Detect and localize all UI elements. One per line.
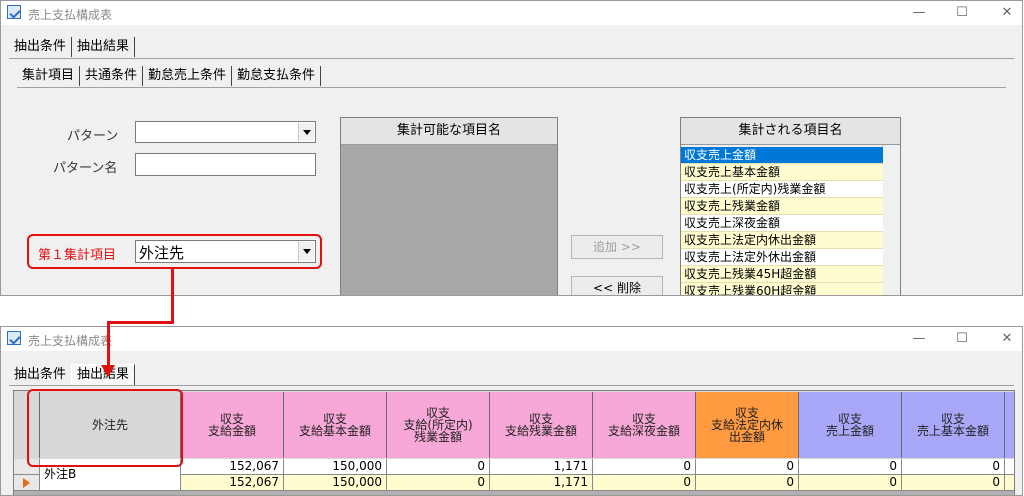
chevron-down-icon[interactable] [298,123,314,141]
close-icon[interactable]: ✕ [993,329,1021,349]
highlight-box-vendor-column [27,389,183,467]
selected-items: 収支売上金額 収支売上基本金額 収支売上(所定内)残業金額 収支売上残業金額 収… [681,147,883,295]
list-item[interactable]: 収支売上基本金額 [681,164,883,181]
arrow-head-icon [101,365,115,377]
settings-window: 売上支払構成表 — ☐ ✕ 抽出条件 抽出結果 集計項目 共通条件 勤怠売上条件 勤怠支… [0,0,1023,296]
first-item-select[interactable]: 外注先 [135,240,316,263]
connector-line [107,321,110,367]
maximize-icon[interactable]: ☐ [948,3,976,23]
list-item[interactable]: 収支売上残業金額 [681,198,883,215]
results-window: 売上支払構成表 — ☐ ✕ 抽出条件 抽出結果 外注先 収支 支給金額 収支 支給基本… [0,326,1023,496]
pattern-name-label: パターン名 [53,161,118,176]
app-icon [7,5,21,19]
pattern-label: パターン [67,129,119,144]
list-item[interactable]: 収支売上法定外休出金額 [681,249,883,266]
row-selector[interactable] [14,475,40,491]
amount-cell[interactable]: 0 [902,459,1005,475]
pattern-select[interactable] [135,121,316,143]
close-icon[interactable]: ✕ [993,3,1021,23]
list-item[interactable]: 収支売上深夜金額 [681,215,883,232]
amount-cell[interactable]: 0 [593,459,696,475]
column-header[interactable]: 収支 支給残業金額 [490,392,593,458]
amount-cell[interactable]: 150,000 [284,459,387,475]
list-item[interactable]: 収支売上(所定内)残業金額 [681,181,883,198]
connector-line [107,321,174,324]
tab-extract-conditions[interactable]: 抽出条件 [9,365,71,385]
column-header[interactable]: 収支 支給(所定内) 残業金額 [387,392,490,458]
pattern-name-field[interactable] [135,153,316,176]
tab-divider [9,58,1014,59]
connector-line [171,267,174,324]
window-title: 売上支払構成表 [28,334,113,348]
column-header[interactable]: 収支 売上基本金額 [902,392,1005,458]
main-tabs: 抽出条件 抽出結果 [9,364,1022,385]
column-header[interactable]: 売 [1005,392,1014,458]
amount-cell[interactable]: 0 [593,475,696,491]
subtab-divider [17,87,1006,88]
list-item[interactable]: 収支売上残業45H超金額 [681,266,883,283]
window-title: 売上支払構成表 [28,8,113,22]
amount-cell[interactable]: 0 [696,459,799,475]
list-item[interactable]: 収支売上法定内休出金額 [681,232,883,249]
tab-extract-results[interactable]: 抽出結果 [72,37,136,57]
add-button[interactable]: 追加 >> [571,235,663,259]
amount-cell[interactable]: 0 [902,475,1005,491]
amount-cell[interactable]: 0 [799,475,902,491]
available-list-header: 集計可能な項目名 [341,118,557,145]
tab-aggregate-items[interactable]: 集計項目 [17,66,81,86]
sub-tabs: 集計項目 共通条件 勤怠売上条件 勤怠支払条件 [17,66,1022,86]
column-header[interactable]: 収支 支給深夜金額 [593,392,696,458]
amount-cell[interactable]: 0 [799,459,902,475]
remove-button[interactable]: << 削除 [571,276,663,295]
amount-cell[interactable]: 0 [696,475,799,491]
amount-cell[interactable] [1005,475,1014,491]
amount-cell[interactable]: 1,171 [490,475,593,491]
first-item-value: 外注先 [139,244,185,262]
tab-divider [9,385,1014,386]
amount-cell[interactable]: 0 [387,475,490,491]
amount-cell[interactable]: 1,171 [490,459,593,475]
amount-cell[interactable]: 152,067 [181,459,284,475]
chevron-down-icon[interactable] [298,242,314,261]
column-header[interactable]: 収支 支給基本金額 [284,392,387,458]
selected-list-header: 集計される項目名 [681,118,900,145]
tab-attendance-payment-conditions[interactable]: 勤怠支払条件 [232,66,322,86]
list-item[interactable]: 収支売上金額 [681,147,883,164]
current-row-icon [23,478,30,488]
column-header[interactable]: 収支 支給金額 [181,392,284,458]
title-bar: 売上支払構成表 — ☐ ✕ [1,327,1022,351]
minimize-icon[interactable]: — [905,329,933,349]
tab-common-conditions[interactable]: 共通条件 [80,66,144,86]
title-bar: 売上支払構成表 — ☐ ✕ [1,1,1022,25]
first-item-label: 第１集計項目 [38,248,117,263]
column-header[interactable]: 収支 売上金額 [799,392,902,458]
list-scrollbar[interactable] [882,145,899,295]
maximize-icon[interactable]: ☐ [948,329,976,349]
amount-cell[interactable]: 0 [387,459,490,475]
available-items-list[interactable]: 集計可能な項目名 [340,117,558,295]
tab-attendance-sales-conditions[interactable]: 勤怠売上条件 [143,66,233,86]
list-item[interactable]: 収支売上残業60H超金額 [681,283,883,295]
amount-cell[interactable] [1005,459,1014,475]
column-header[interactable]: 収支 支給法定内休 出金額 [696,392,799,458]
amount-cell[interactable]: 152,067 [181,475,284,491]
app-icon [7,331,21,345]
main-tabs: 抽出条件 抽出結果 [9,37,1022,57]
tab-extract-conditions[interactable]: 抽出条件 [9,37,73,57]
minimize-icon[interactable]: — [905,3,933,23]
amount-cell[interactable]: 150,000 [284,475,387,491]
